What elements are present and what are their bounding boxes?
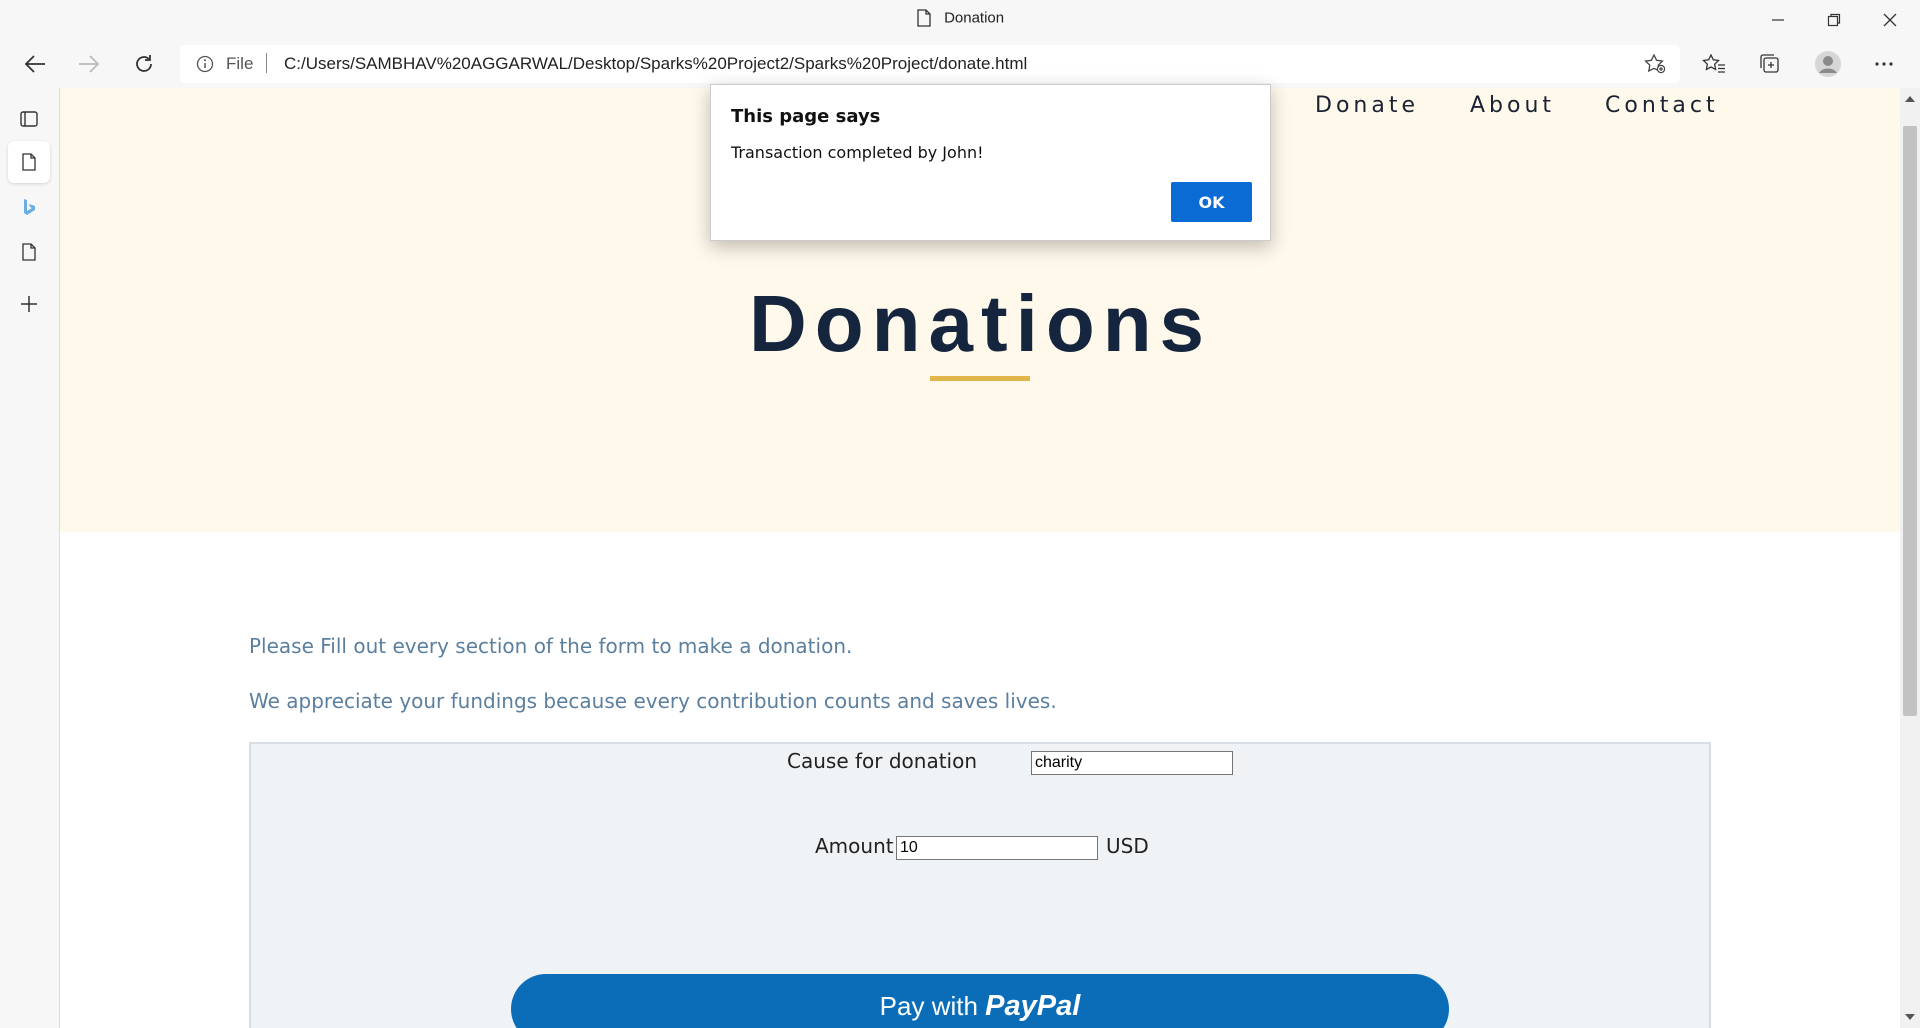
tab-actions-button[interactable] bbox=[8, 98, 50, 140]
minimize-icon bbox=[1772, 19, 1784, 21]
back-button[interactable] bbox=[15, 46, 55, 82]
collections-button[interactable] bbox=[1750, 46, 1790, 82]
new-tab-button[interactable] bbox=[8, 283, 50, 325]
dialog-message: Transaction completed by John! bbox=[731, 143, 984, 162]
title-underline bbox=[930, 376, 1030, 381]
ok-button[interactable]: OK bbox=[1171, 182, 1252, 222]
appreciation-text: We appreciate your fundings because ever… bbox=[249, 689, 1057, 713]
donation-form: Cause for donation Amount USD Pay with P… bbox=[249, 742, 1711, 1028]
scroll-up-icon[interactable] bbox=[1905, 95, 1915, 102]
add-favorite-icon[interactable] bbox=[1644, 54, 1666, 74]
cause-label: Cause for donation bbox=[787, 749, 978, 773]
paypal-prefix: Pay with bbox=[879, 991, 978, 1021]
close-window-button[interactable] bbox=[1862, 0, 1918, 40]
info-icon[interactable] bbox=[196, 55, 214, 73]
paypal-logo: PayPal bbox=[985, 990, 1081, 1022]
refresh-icon bbox=[136, 55, 152, 72]
nav-contact[interactable]: Contact bbox=[1605, 93, 1719, 118]
address-bar[interactable]: File C:/Users/SAMBHAV%20AGGARWAL/Desktop… bbox=[180, 45, 1680, 83]
page-scrollbar[interactable] bbox=[1900, 88, 1920, 1028]
title-bar: Donation bbox=[0, 0, 1920, 40]
avatar-icon bbox=[1815, 51, 1841, 77]
restore-button[interactable] bbox=[1806, 0, 1862, 40]
tab-page[interactable] bbox=[8, 231, 50, 273]
currency-label: USD bbox=[1106, 834, 1149, 858]
settings-more-button[interactable] bbox=[1864, 46, 1904, 82]
back-arrow-icon bbox=[24, 55, 45, 73]
page-icon bbox=[22, 243, 36, 261]
url-text[interactable]: C:/Users/SAMBHAV%20AGGARWAL/Desktop/Spar… bbox=[284, 54, 1027, 74]
vertical-tabs-sidebar bbox=[0, 88, 59, 1028]
scroll-down-icon[interactable] bbox=[1905, 1014, 1915, 1021]
tab-bing[interactable] bbox=[8, 186, 50, 228]
more-icon bbox=[1875, 62, 1893, 66]
favorites-icon bbox=[1702, 54, 1725, 73]
nav-donate[interactable]: Donate bbox=[1315, 93, 1419, 118]
forward-button[interactable] bbox=[69, 46, 109, 82]
address-separator bbox=[266, 53, 267, 73]
amount-input[interactable] bbox=[896, 836, 1098, 860]
browser-toolbar: File C:/Users/SAMBHAV%20AGGARWAL/Desktop… bbox=[0, 40, 1920, 88]
refresh-button[interactable] bbox=[124, 46, 164, 82]
scrollbar-thumb[interactable] bbox=[1903, 126, 1917, 716]
minimize-button[interactable] bbox=[1750, 0, 1806, 40]
page-title: Donations bbox=[748, 279, 1213, 368]
window-title: Donation bbox=[0, 9, 1920, 27]
profile-button[interactable] bbox=[1808, 46, 1848, 82]
page-icon bbox=[22, 153, 36, 171]
file-label: File bbox=[226, 54, 254, 73]
form-instructions: Please Fill out every section of the for… bbox=[249, 634, 853, 658]
forward-arrow-icon bbox=[79, 55, 100, 73]
close-icon bbox=[1883, 13, 1897, 27]
tab-actions-icon bbox=[20, 111, 38, 127]
dialog-title: This page says bbox=[731, 106, 881, 127]
plus-icon bbox=[21, 296, 37, 312]
alert-dialog: This page says Transaction completed by … bbox=[710, 84, 1271, 241]
window-title-text: Donation bbox=[944, 9, 1005, 27]
tab-donation[interactable] bbox=[8, 141, 50, 183]
amount-label: Amount bbox=[815, 834, 894, 858]
restore-icon bbox=[1827, 13, 1841, 27]
paypal-button[interactable]: Pay with PayPal bbox=[511, 974, 1449, 1028]
collections-icon bbox=[1760, 54, 1779, 73]
cause-input[interactable] bbox=[1031, 751, 1233, 775]
favorites-button[interactable] bbox=[1694, 46, 1734, 82]
bing-icon bbox=[24, 199, 35, 215]
document-icon bbox=[917, 9, 931, 27]
nav-about[interactable]: About bbox=[1470, 93, 1555, 118]
